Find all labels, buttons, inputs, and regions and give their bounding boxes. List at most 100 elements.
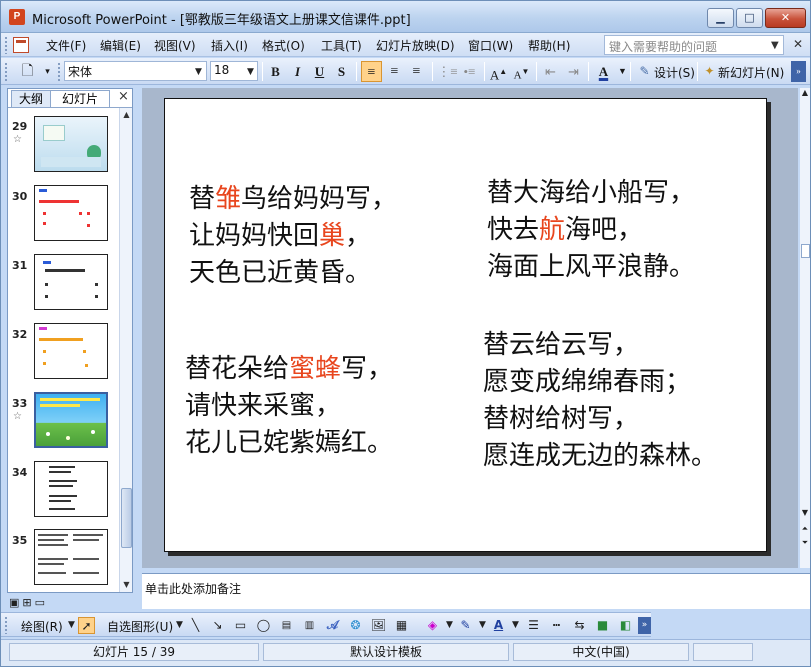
clipart-icon[interactable]: 🖼 (370, 617, 387, 634)
new-document-icon[interactable]: 🗋 (17, 61, 38, 82)
font-name-combo[interactable]: 宋体 (64, 61, 207, 81)
textbox-icon[interactable]: ▤ (278, 617, 295, 634)
previous-slide-icon[interactable]: ⏶ (800, 524, 810, 534)
3d-style-icon[interactable]: ◧ (617, 617, 634, 634)
increase-font-icon[interactable]: A▲ (488, 61, 509, 82)
drawbar-grip-icon[interactable] (4, 616, 8, 634)
scroll-down-icon[interactable]: ▼ (800, 508, 810, 517)
rectangle-icon[interactable]: ▭ (232, 617, 249, 634)
slide-thumbnail[interactable] (34, 254, 108, 310)
toolbar-grip-icon-2[interactable] (57, 62, 61, 81)
design-icon[interactable]: ✎ (634, 61, 655, 82)
next-slide-icon[interactable]: ⏷ (800, 538, 810, 548)
notes-pane[interactable]: 单击此处添加备注 (142, 573, 810, 609)
line-icon[interactable]: ╲ (187, 617, 204, 634)
minimize-button[interactable]: ▁ (707, 8, 734, 28)
underline-button[interactable]: U (309, 61, 330, 82)
fill-color-icon[interactable]: ◈ (424, 617, 441, 634)
new-slide-icon[interactable]: ✦ (699, 61, 720, 82)
arrow-style-icon[interactable]: ⇆ (571, 617, 588, 634)
poem-stanza-1[interactable]: 替雏鸟给妈妈写， 让妈妈快回巢， 天色已近黄昏。 (189, 181, 397, 292)
menu-grip-icon[interactable] (4, 36, 8, 54)
poem-stanza-3[interactable]: 替花朵给蜜蜂写， 请快来采蜜， 花儿已姹紫嫣红。 (185, 351, 393, 462)
line-color-icon[interactable]: ✎ (457, 617, 474, 634)
dash-style-icon[interactable]: ┅ (548, 617, 565, 634)
poem-stanza-2[interactable]: 替大海给小船写， 快去航海吧， 海面上风平浪静。 (487, 175, 695, 286)
design-template-indicator[interactable]: 默认设计模板 (263, 643, 509, 661)
picture-icon[interactable]: ▦ (393, 617, 410, 634)
toolbar-grip-icon[interactable] (4, 62, 8, 81)
maximize-button[interactable]: □ (736, 8, 763, 28)
menu-insert[interactable]: 插入(I) (211, 37, 248, 54)
font-color-icon[interactable]: A (593, 61, 614, 82)
menu-slideshow[interactable]: 幻灯片放映(D) (376, 37, 455, 54)
menu-tools[interactable]: 工具(T) (321, 37, 362, 54)
font-color-draw-dropdown-icon[interactable]: ▼ (507, 617, 524, 634)
scrollbar-thumb[interactable] (121, 488, 132, 548)
numbering-icon[interactable]: ⋮≡ (437, 61, 458, 82)
menu-window[interactable]: 窗口(W) (468, 37, 513, 54)
toolbar-options-icon[interactable]: ▾ (37, 61, 58, 82)
vertical-textbox-icon[interactable]: ▥ (301, 617, 318, 634)
decrease-indent-icon[interactable]: ⇤ (540, 61, 561, 82)
powerpoint-app-icon[interactable]: P (9, 9, 25, 25)
slide-thumbnail[interactable] (34, 323, 108, 379)
increase-indent-icon[interactable]: ⇥ (563, 61, 584, 82)
fill-color-dropdown-icon[interactable]: ▼ (441, 617, 458, 634)
document-icon[interactable] (13, 37, 29, 53)
align-center-icon[interactable]: ≡ (384, 61, 405, 82)
scrollbar-thumb[interactable] (801, 244, 810, 258)
scroll-down-icon[interactable]: ▼ (120, 578, 133, 591)
scroll-up-icon[interactable]: ▲ (120, 108, 133, 121)
slide-scrollbar[interactable]: ▲ ▼ ⏶ ⏷ (800, 88, 810, 568)
slide-thumbnail[interactable] (34, 185, 108, 241)
bold-button[interactable]: B (265, 61, 286, 82)
tab-outline[interactable]: 大纲 (11, 90, 51, 107)
slide-thumbnail[interactable] (34, 529, 108, 585)
menu-format[interactable]: 格式(O) (262, 37, 305, 54)
draw-menu-button[interactable]: 绘图(R) (21, 618, 63, 635)
document-close-button[interactable]: ✕ (793, 37, 803, 51)
line-color-dropdown-icon[interactable]: ▼ (474, 617, 491, 634)
poem-stanza-4[interactable]: 替云给云写， 愿变成绵绵春雨； 替树给树写， 愿连成无边的森林。 (483, 327, 717, 475)
menu-edit[interactable]: 编辑(E) (100, 37, 141, 54)
bullets-icon[interactable]: •≡ (459, 61, 480, 82)
shadow-style-icon[interactable]: ■ (594, 617, 611, 634)
slide-thumbnail[interactable] (34, 461, 108, 517)
line-style-icon[interactable]: ☰ (525, 617, 542, 634)
shadow-button[interactable]: S (331, 61, 352, 82)
slides-pane-scrollbar[interactable]: ▲ ▼ (119, 108, 132, 592)
menu-view[interactable]: 视图(V) (154, 37, 196, 54)
autoshapes-dropdown-icon[interactable]: ▼ (171, 617, 188, 634)
select-objects-icon[interactable]: ➚ (78, 617, 95, 634)
italic-button[interactable]: I (287, 61, 308, 82)
current-slide[interactable]: 替雏鸟给妈妈写， 让妈妈快回巢， 天色已近黄昏。 替大海给小船写， 快去航海吧， 海面上… (164, 98, 767, 552)
normal-view-icon[interactable]: ▣ (9, 596, 19, 609)
help-search-input[interactable]: 键入需要帮助的问题 (604, 35, 784, 55)
slide-thumbnail[interactable] (34, 116, 108, 172)
menu-file[interactable]: 文件(F) (46, 37, 86, 54)
arrow-icon[interactable]: ↘ (209, 617, 226, 634)
menu-help[interactable]: 帮助(H) (528, 37, 570, 54)
close-button[interactable]: ✕ (765, 8, 806, 28)
help-dropdown-icon[interactable]: ▼ (771, 40, 779, 51)
scroll-up-icon[interactable]: ▲ (800, 88, 810, 97)
slideshow-view-icon[interactable]: ▭ (35, 596, 45, 609)
diagram-icon[interactable]: ❂ (347, 617, 364, 634)
font-color-draw-icon[interactable]: A (490, 617, 507, 634)
drawbar-overflow-icon[interactable]: » (638, 617, 651, 634)
tab-slides[interactable]: 幻灯片 (50, 90, 110, 107)
align-right-icon[interactable]: ≡ (406, 61, 427, 82)
design-button[interactable]: 设计(S) (654, 64, 695, 81)
notes-placeholder[interactable]: 单击此处添加备注 (145, 580, 241, 597)
new-slide-button[interactable]: 新幻灯片(N) (718, 64, 784, 81)
pane-close-icon[interactable]: × (118, 89, 129, 104)
wordart-icon[interactable]: 𝒜 (324, 617, 341, 634)
align-left-icon[interactable]: ≡ (361, 61, 382, 82)
font-size-dropdown-icon[interactable]: ▼ (247, 67, 254, 77)
autoshapes-button[interactable]: 自选图形(U) (107, 618, 173, 635)
toolbar-overflow-icon[interactable]: » (791, 61, 806, 82)
decrease-font-icon[interactable]: A▼ (511, 61, 532, 82)
oval-icon[interactable]: ◯ (255, 617, 272, 634)
slide-sorter-view-icon[interactable]: ⊞ (22, 596, 31, 609)
